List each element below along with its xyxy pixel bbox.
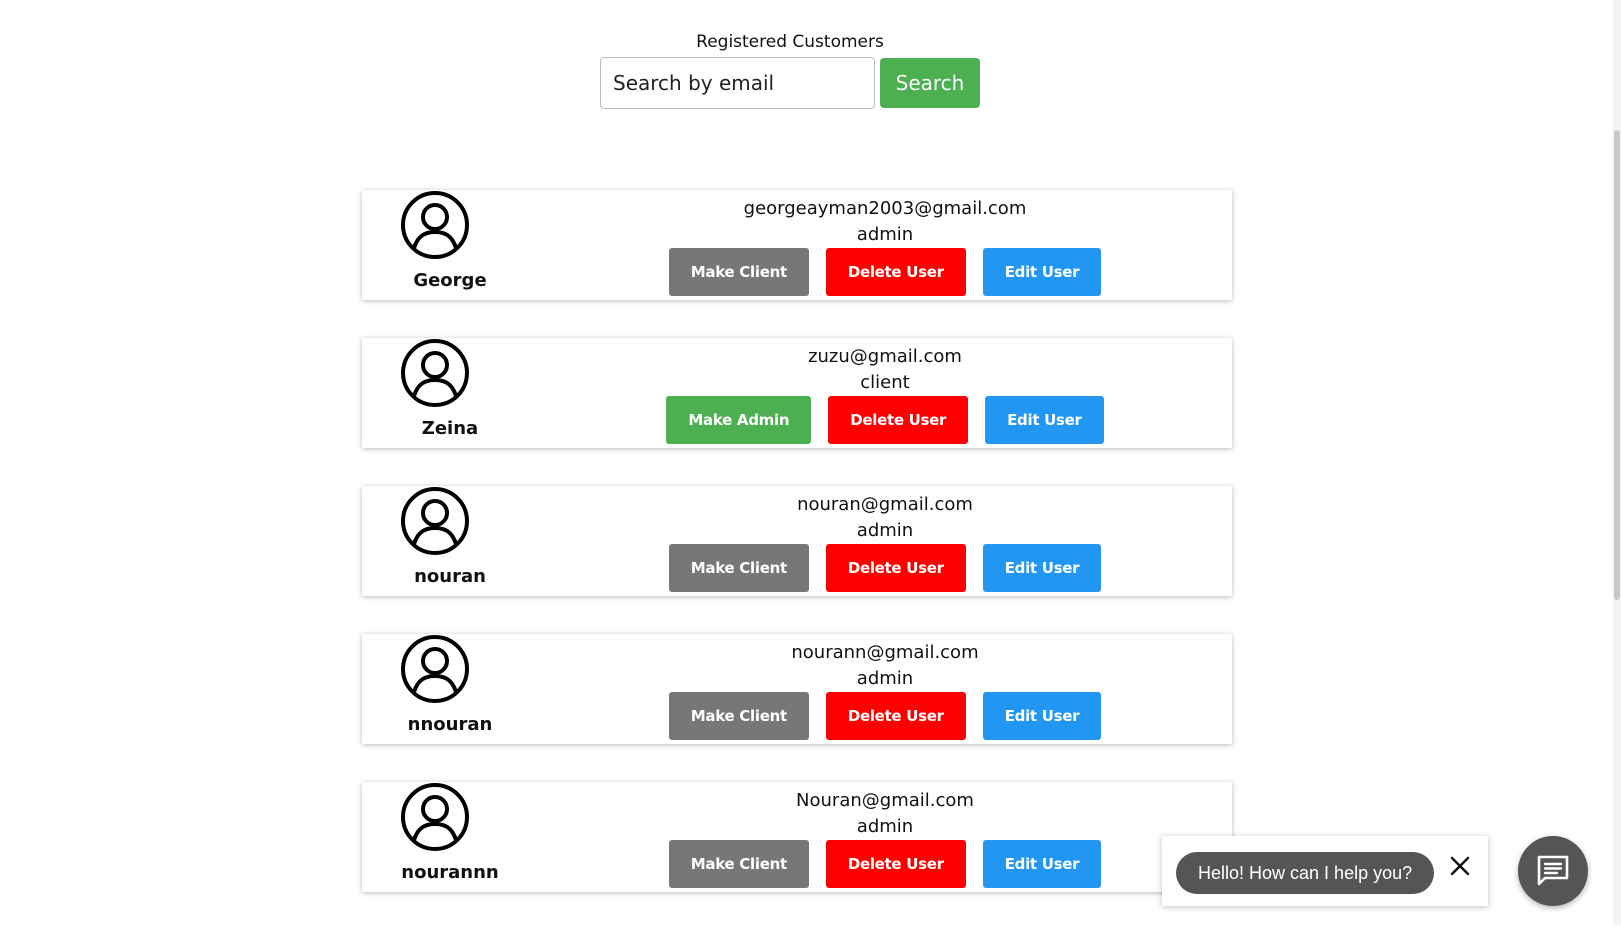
user-avatar-icon <box>401 487 469 555</box>
chat-greeting[interactable]: Hello! How can I help you? <box>1176 852 1435 894</box>
make-client-button[interactable]: Make Client <box>668 840 809 888</box>
customer-name: nnouran <box>407 714 493 735</box>
edit-user-button[interactable]: Edit User <box>982 544 1102 592</box>
scrollbar-thumb[interactable] <box>1614 130 1620 600</box>
customer-name: nourannn <box>401 862 499 883</box>
page-title: Registered Customers <box>696 32 884 52</box>
customer-actions: Make Admin Delete User Edit User <box>538 396 1232 444</box>
customer-info: nouran@gmail.com admin Make Client Delet… <box>538 492 1232 592</box>
user-avatar-icon <box>401 783 469 851</box>
delete-user-button[interactable]: Delete User <box>825 544 966 592</box>
make-client-button[interactable]: Make Client <box>668 692 809 740</box>
customer-actions: Make Client Delete User Edit User <box>538 692 1232 740</box>
customer-email: Nouran@gmail.com <box>796 790 974 811</box>
delete-user-button[interactable]: Delete User <box>828 396 969 444</box>
edit-user-button[interactable]: Edit User <box>982 248 1102 296</box>
user-avatar-icon <box>401 339 469 407</box>
chat-icon <box>1537 855 1569 886</box>
chat-popup: Hello! How can I help you? <box>1162 836 1488 906</box>
customer-card: Zeina zuzu@gmail.com client Make Admin D… <box>362 338 1232 448</box>
edit-user-button[interactable]: Edit User <box>982 692 1102 740</box>
make-client-button[interactable]: Make Client <box>668 544 809 592</box>
customer-name: George <box>413 270 487 291</box>
customer-email: nouran@gmail.com <box>797 494 973 515</box>
search-bar: Search <box>600 57 980 109</box>
customer-info: Nouran@gmail.com admin Make Client Delet… <box>538 788 1232 888</box>
customer-role: admin <box>856 520 914 541</box>
customer-name: Zeina <box>421 418 479 439</box>
delete-user-button[interactable]: Delete User <box>825 692 966 740</box>
user-avatar-icon <box>401 191 469 259</box>
customer-info: zuzu@gmail.com client Make Admin Delete … <box>538 344 1232 444</box>
search-button[interactable]: Search <box>880 58 980 108</box>
chat-launcher-button[interactable] <box>1518 836 1588 906</box>
customer-email: zuzu@gmail.com <box>808 346 962 367</box>
customer-actions: Make Client Delete User Edit User <box>538 248 1232 296</box>
customer-card: nnouran nourann@gmail.com admin Make Cli… <box>362 634 1232 744</box>
delete-user-button[interactable]: Delete User <box>825 248 966 296</box>
edit-user-button[interactable]: Edit User <box>985 396 1104 444</box>
search-input[interactable] <box>600 57 875 109</box>
customer-card: nourannn Nouran@gmail.com admin Make Cli… <box>362 782 1232 892</box>
customer-actions: Make Client Delete User Edit User <box>538 840 1232 888</box>
customer-role: admin <box>856 668 914 689</box>
customer-actions: Make Client Delete User Edit User <box>538 544 1232 592</box>
delete-user-button[interactable]: Delete User <box>825 840 966 888</box>
customer-role: admin <box>856 816 914 837</box>
user-avatar-icon <box>401 635 469 703</box>
customer-card: George georgeayman2003@gmail.com admin M… <box>362 190 1232 300</box>
customer-list: George georgeayman2003@gmail.com admin M… <box>362 190 1232 930</box>
customer-name: nouran <box>414 566 486 587</box>
make-client-button[interactable]: Make Client <box>668 248 809 296</box>
customer-info: nourann@gmail.com admin Make Client Dele… <box>538 640 1232 740</box>
make-admin-button[interactable]: Make Admin <box>666 396 812 444</box>
customer-info: georgeayman2003@gmail.com admin Make Cli… <box>538 196 1232 296</box>
close-icon[interactable] <box>1448 854 1472 878</box>
customer-card: nouran nouran@gmail.com admin Make Clien… <box>362 486 1232 596</box>
customer-role: admin <box>856 224 914 245</box>
customer-role: client <box>860 372 910 393</box>
customer-email: nourann@gmail.com <box>791 642 979 663</box>
edit-user-button[interactable]: Edit User <box>982 840 1102 888</box>
scrollbar-track[interactable] <box>1613 0 1621 925</box>
customer-email: georgeayman2003@gmail.com <box>743 198 1027 219</box>
